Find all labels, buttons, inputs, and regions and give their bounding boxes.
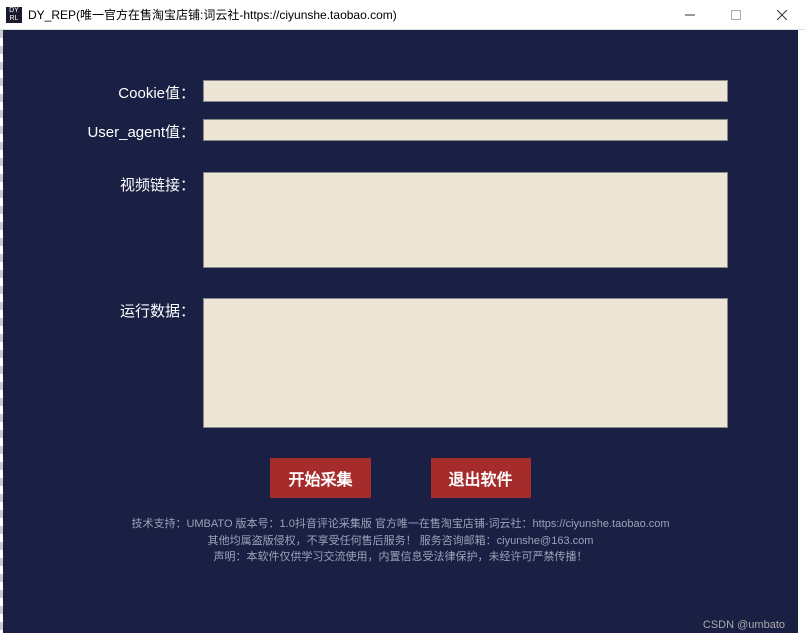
label-cookie: Cookie值： xyxy=(3,80,203,103)
exit-software-button[interactable]: 退出软件 xyxy=(431,458,531,498)
footer-line-2: 其他均属盗版侵权，不享受任何售后服务！ 服务咨询邮箱：ciyunshe@163.… xyxy=(43,533,758,550)
app-icon: DY RL xyxy=(6,7,22,23)
run-data-textarea[interactable] xyxy=(203,298,728,428)
minimize-icon xyxy=(685,10,695,20)
label-run-data: 运行数据： xyxy=(3,298,203,321)
app-body: Cookie值： User_agent值： 视频链接： 运行数据： 开始采集 退… xyxy=(3,30,798,633)
app-icon-top: DY xyxy=(9,7,19,15)
row-run-data: 运行数据： xyxy=(3,298,798,428)
user-agent-input[interactable] xyxy=(203,119,728,141)
watermark: CSDN @umbato xyxy=(703,619,785,631)
label-video-link: 视频链接： xyxy=(3,172,203,195)
maximize-button[interactable] xyxy=(713,0,759,30)
app-icon-bottom: RL xyxy=(10,15,19,23)
close-icon xyxy=(777,10,787,20)
window-title: DY_REP(唯一官方在售淘宝店铺:词云社-https://ciyunshe.t… xyxy=(28,6,667,23)
close-button[interactable] xyxy=(759,0,805,30)
footer-line-3: 声明：本软件仅供学习交流使用，内置信息受法律保护，未经许可严禁传播！ xyxy=(43,549,758,566)
footer-text: 技术支持：UMBATO 版本号：1.0抖音评论采集版 官方唯一在售淘宝店铺-词云… xyxy=(3,516,798,566)
maximize-icon xyxy=(731,10,741,20)
minimize-button[interactable] xyxy=(667,0,713,30)
video-link-textarea[interactable] xyxy=(203,172,728,268)
label-user-agent: User_agent值： xyxy=(3,119,203,142)
row-user-agent: User_agent值： xyxy=(3,119,798,142)
row-video-link: 视频链接： xyxy=(3,172,798,268)
footer-line-1: 技术支持：UMBATO 版本号：1.0抖音评论采集版 官方唯一在售淘宝店铺-词云… xyxy=(43,516,758,533)
button-row: 开始采集 退出软件 xyxy=(3,458,798,498)
row-cookie: Cookie值： xyxy=(3,80,798,103)
window-controls xyxy=(667,0,805,30)
cookie-input[interactable] xyxy=(203,80,728,102)
start-collect-button[interactable]: 开始采集 xyxy=(270,458,370,498)
titlebar: DY RL DY_REP(唯一官方在售淘宝店铺:词云社-https://ciyu… xyxy=(0,0,805,30)
